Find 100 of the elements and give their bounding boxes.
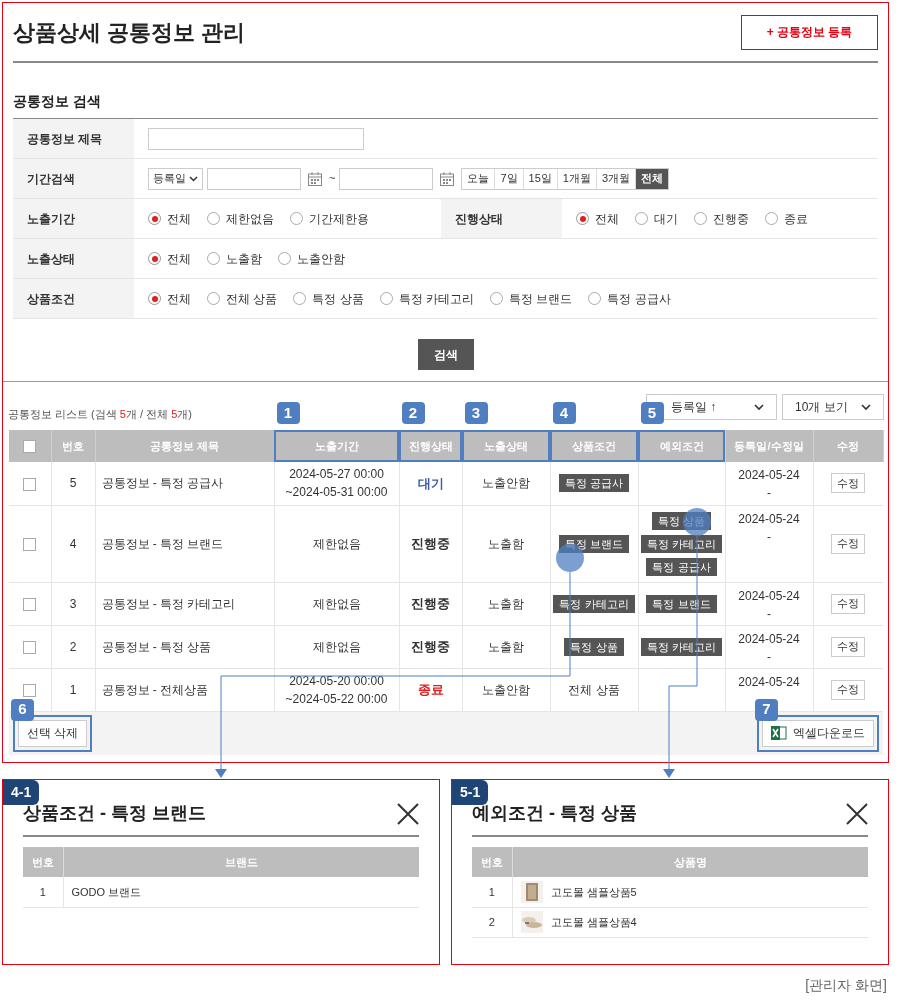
spreadsheet-icon: [771, 726, 787, 740]
end-date-field[interactable]: [339, 167, 434, 190]
popup-title: 예외조건 - 특정 상품: [472, 802, 637, 825]
close-icon[interactable]: [846, 802, 868, 825]
select-all-checkbox[interactable]: [23, 440, 37, 454]
radio-label: 노출안함: [297, 250, 345, 268]
table-cell: 1: [23, 877, 63, 907]
column-header: 번호: [472, 847, 512, 877]
field-label: 노출기간: [13, 199, 134, 238]
radio-label: 특정 상품: [312, 290, 364, 308]
edit-button[interactable]: 수정: [831, 473, 866, 494]
field-label: 진행상태: [441, 199, 562, 238]
popup-badge: 5-1: [452, 780, 489, 805]
radio-button[interactable]: [635, 212, 648, 225]
radio-label: 전체: [167, 210, 191, 228]
table-cell: 노출안함: [482, 476, 530, 491]
column-header: 브랜드: [63, 847, 419, 877]
page-size-select[interactable]: 10개 보기: [782, 394, 884, 420]
row-checkbox[interactable]: [23, 477, 37, 491]
column-header: 진행상태: [408, 439, 453, 452]
close-icon[interactable]: [397, 802, 419, 825]
table-cell-text: 2024-05-24: [737, 510, 801, 528]
calendar-icon[interactable]: [307, 170, 323, 187]
condition-tag: 특정 상품: [564, 637, 624, 656]
radio-button[interactable]: [293, 292, 307, 305]
table-cell: 노출함: [488, 596, 524, 611]
column-header: 노출상태: [484, 439, 528, 452]
title-input-field[interactable]: [148, 127, 364, 150]
radio-button[interactable]: [490, 292, 504, 305]
radio-button[interactable]: [765, 212, 778, 225]
field-label: 기간검색: [13, 159, 134, 198]
radio-label: 특정 공급사: [607, 290, 671, 308]
range-button[interactable]: 전체: [635, 168, 669, 189]
radio-button[interactable]: [588, 292, 602, 305]
callout-badge: 3: [464, 402, 488, 424]
edit-button[interactable]: 수정: [831, 636, 866, 657]
radio-button[interactable]: [694, 212, 707, 225]
radio-label: 특정 브랜드: [509, 290, 573, 308]
search-button[interactable]: 검색: [417, 339, 474, 370]
calendar-icon[interactable]: [439, 170, 456, 187]
radio-button[interactable]: [148, 252, 161, 265]
callout-badge: 2: [401, 402, 425, 424]
radio-button[interactable]: [290, 212, 303, 225]
list-summary: 공통정보 리스트 (검색 5개 / 전체 5개): [8, 406, 192, 422]
condition-tag: 특정 카테고리: [640, 637, 723, 656]
radio-button[interactable]: [207, 292, 220, 305]
edit-button[interactable]: 수정: [831, 679, 866, 700]
status-text: 종료: [417, 681, 444, 697]
chevron-down-icon: [861, 403, 871, 411]
radio-label: 전체: [167, 250, 191, 268]
table-cell-text: 2024-05-24: [737, 630, 801, 648]
radio-button[interactable]: [576, 212, 589, 225]
callout-badge: 6: [11, 698, 34, 721]
callout-badge: 1: [276, 402, 300, 424]
column-header: 상품명: [512, 847, 868, 877]
table-cell-text: 제한없음: [311, 638, 362, 656]
radio-label: 전체: [167, 290, 191, 308]
radio-button[interactable]: [278, 252, 291, 265]
column-header: 예외조건: [659, 439, 704, 452]
table-cell-text: 2024-05-24: [737, 467, 801, 484]
edit-button[interactable]: 수정: [831, 533, 866, 554]
radio-label: 기간제한용: [309, 210, 369, 228]
excel-download-button[interactable]: 엑셀다운로드: [762, 719, 874, 747]
screen-caption: [관리자 화면]: [805, 976, 887, 995]
popup-badge: 4-1: [3, 780, 40, 805]
radio-label: 종료: [784, 210, 808, 228]
row-checkbox[interactable]: [23, 597, 37, 611]
start-date-field[interactable]: [207, 167, 301, 190]
table-cell: 노출안함: [482, 682, 530, 697]
radio-button[interactable]: [148, 212, 161, 225]
condition-tag: 특정 공급사: [558, 474, 630, 493]
table-cell-text: -: [766, 485, 772, 502]
radio-button[interactable]: [207, 212, 220, 225]
table-cell: 전체 상품: [568, 682, 620, 697]
table-cell-text: GODO 브랜드: [71, 884, 142, 900]
column-header: 공통정보 제목: [149, 439, 220, 452]
date-type-select[interactable]: 등록일: [148, 167, 203, 190]
radio-button[interactable]: [207, 252, 220, 265]
table-cell: 1: [69, 682, 77, 697]
row-checkbox[interactable]: [23, 640, 37, 654]
radio-button[interactable]: [379, 292, 393, 305]
table-cell-text: 제한없음: [311, 535, 362, 553]
status-text: 진행중: [411, 535, 450, 551]
radio-button[interactable]: [148, 292, 161, 305]
radio-label: 진행중: [713, 210, 749, 228]
radio-label: 전체: [595, 210, 619, 228]
row-checkbox[interactable]: [23, 537, 37, 551]
condition-tag: 특정 브랜드: [646, 594, 717, 613]
table-cell-text: -: [766, 648, 772, 666]
condition-tag: 특정 카테고리: [553, 594, 635, 613]
callout-badge: 4: [552, 402, 576, 424]
register-button[interactable]: + 공통정보 등록: [741, 14, 878, 50]
edit-button[interactable]: 수정: [831, 593, 866, 614]
page-title: 상품상세 공통정보 관리: [13, 18, 246, 47]
column-header: 노출기간: [314, 439, 359, 452]
table-cell: 3: [69, 596, 77, 611]
delete-button[interactable]: 선택 삭제: [18, 719, 88, 747]
row-checkbox[interactable]: [23, 683, 37, 697]
radio-label: 특정 카테고리: [398, 290, 475, 308]
field-label: 노출상태: [13, 239, 134, 278]
